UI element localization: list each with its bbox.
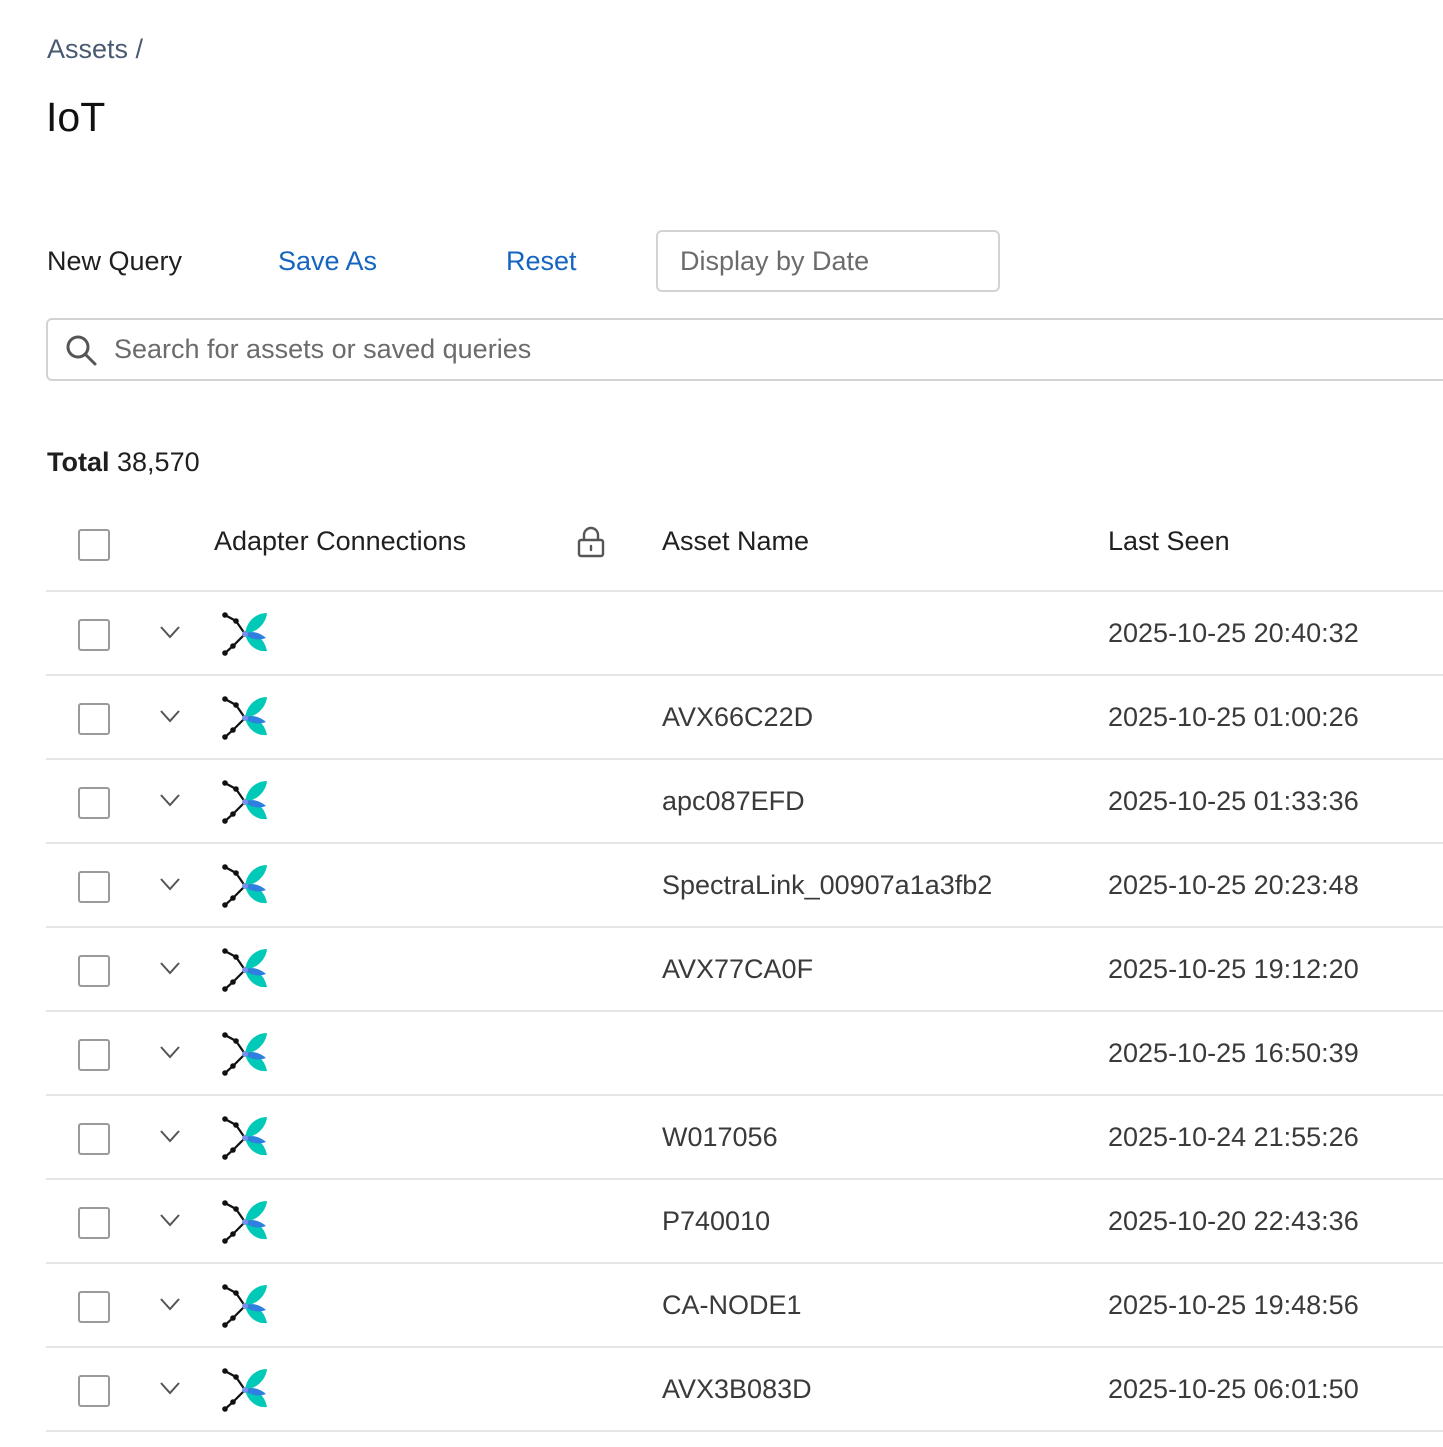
last-seen-cell: 2025-10-25 06:01:50 [1108, 1374, 1359, 1404]
row-checkbox[interactable] [78, 787, 110, 819]
last-seen-cell: 2025-10-25 19:12:20 [1108, 954, 1359, 984]
adapter-logo-icon [222, 612, 267, 656]
table-row[interactable]: 2025-10-25 16:50:39 [46, 1012, 1443, 1096]
adapter-logo-icon [222, 864, 267, 908]
adapter-logo-icon [222, 1284, 267, 1328]
last-seen-cell: 2025-10-25 01:33:36 [1108, 786, 1359, 816]
chevron-down-icon[interactable] [158, 1208, 182, 1232]
table-row[interactable]: 2025-10-25 20:40:32 [46, 592, 1443, 676]
last-seen-cell: 2025-10-25 16:50:39 [1108, 1038, 1359, 1068]
asset-name-cell[interactable]: CA-NODE1 [662, 1290, 802, 1321]
table-row[interactable]: apc087EFD 2025-10-25 01:33:36 [46, 760, 1443, 844]
search-input[interactable] [112, 333, 1443, 366]
new-query-button[interactable]: New Query [47, 246, 182, 277]
search-box[interactable] [46, 318, 1443, 381]
select-all-checkbox[interactable] [78, 529, 110, 561]
page-title: IoT [46, 94, 106, 140]
last-seen-cell: 2025-10-25 01:00:26 [1108, 702, 1359, 732]
lock-icon[interactable] [576, 526, 606, 558]
row-checkbox[interactable] [78, 703, 110, 735]
last-seen-cell: 2025-10-25 20:23:48 [1108, 870, 1359, 900]
chevron-down-icon[interactable] [158, 1292, 182, 1316]
save-as-button[interactable]: Save As [278, 246, 377, 277]
row-checkbox[interactable] [78, 1291, 110, 1323]
assets-table: Adapter Connections Asset Name Last Seen [46, 500, 1443, 1432]
table-row[interactable]: AVX3B083D 2025-10-25 06:01:50 [46, 1348, 1443, 1432]
row-checkbox[interactable] [78, 1039, 110, 1071]
reset-button[interactable]: Reset [506, 246, 577, 277]
adapter-logo-icon [222, 948, 267, 992]
total-value: 38,570 [117, 447, 200, 477]
asset-name-cell[interactable]: SpectraLink_00907a1a3fb2 [662, 870, 992, 901]
chevron-down-icon[interactable] [158, 872, 182, 896]
adapter-logo-icon [222, 1200, 267, 1244]
adapter-logo-icon [222, 780, 267, 824]
last-seen-cell: 2025-10-20 22:43:36 [1108, 1206, 1359, 1236]
table-row[interactable]: P740010 2025-10-20 22:43:36 [46, 1180, 1443, 1264]
asset-name-cell[interactable]: AVX77CA0F [662, 954, 813, 985]
table-row[interactable]: CA-NODE1 2025-10-25 19:48:56 [46, 1264, 1443, 1348]
chevron-down-icon[interactable] [158, 1124, 182, 1148]
chevron-down-icon[interactable] [158, 1040, 182, 1064]
chevron-down-icon[interactable] [158, 704, 182, 728]
asset-name-cell[interactable]: P740010 [662, 1206, 770, 1237]
adapter-logo-icon [222, 696, 267, 740]
adapter-logo-icon [222, 1368, 267, 1412]
chevron-down-icon[interactable] [158, 788, 182, 812]
asset-name-cell[interactable]: apc087EFD [662, 786, 805, 817]
adapter-logo-icon [222, 1116, 267, 1160]
asset-name-cell[interactable]: AVX66C22D [662, 702, 813, 733]
table-row[interactable]: AVX77CA0F 2025-10-25 19:12:20 [46, 928, 1443, 1012]
chevron-down-icon[interactable] [158, 956, 182, 980]
display-by-date-select[interactable]: Display by Date [656, 230, 1000, 292]
adapter-logo-icon [222, 1032, 267, 1076]
table-row[interactable]: AVX66C22D 2025-10-25 01:00:26 [46, 676, 1443, 760]
asset-name-cell[interactable]: W017056 [662, 1122, 778, 1153]
column-header-last-seen[interactable]: Last Seen [1108, 526, 1230, 557]
row-checkbox[interactable] [78, 619, 110, 651]
table-header-row: Adapter Connections Asset Name Last Seen [46, 500, 1443, 592]
chevron-down-icon[interactable] [158, 1376, 182, 1400]
table-row[interactable]: SpectraLink_00907a1a3fb2 2025-10-25 20:2… [46, 844, 1443, 928]
row-checkbox[interactable] [78, 1375, 110, 1407]
last-seen-cell: 2025-10-25 19:48:56 [1108, 1290, 1359, 1320]
last-seen-cell: 2025-10-24 21:55:26 [1108, 1122, 1359, 1152]
column-header-adapter-connections[interactable]: Adapter Connections [214, 526, 466, 557]
table-row[interactable]: W017056 2025-10-24 21:55:26 [46, 1096, 1443, 1180]
asset-name-cell[interactable]: AVX3B083D [662, 1374, 812, 1405]
row-checkbox[interactable] [78, 1123, 110, 1155]
row-checkbox[interactable] [78, 955, 110, 987]
total-label: Total [47, 447, 110, 477]
chevron-down-icon[interactable] [158, 620, 182, 644]
display-by-date-label: Display by Date [680, 245, 870, 276]
breadcrumb[interactable]: Assets / [47, 34, 143, 65]
row-checkbox[interactable] [78, 1207, 110, 1239]
last-seen-cell: 2025-10-25 20:40:32 [1108, 618, 1359, 648]
total-count: Total 38,570 [47, 447, 200, 478]
column-header-asset-name[interactable]: Asset Name [662, 526, 809, 557]
search-icon [66, 335, 97, 365]
row-checkbox[interactable] [78, 871, 110, 903]
